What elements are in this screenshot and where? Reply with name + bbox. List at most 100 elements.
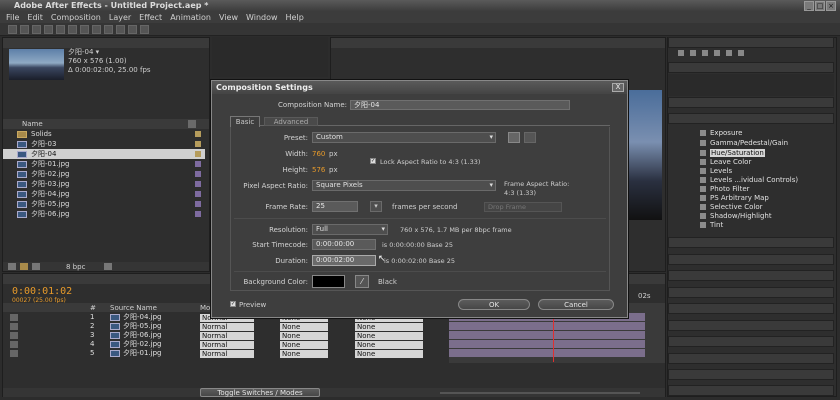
parent-dropdown[interactable]: None	[355, 349, 423, 358]
effect-item[interactable]: Levels	[700, 167, 820, 176]
lock-aspect-checkbox[interactable]: ✓	[370, 158, 376, 164]
trash-icon[interactable]	[104, 263, 112, 270]
tab-advanced[interactable]: Advanced	[264, 117, 318, 126]
parent-dropdown[interactable]: None	[355, 322, 423, 331]
background-color-swatch[interactable]	[312, 275, 345, 288]
preset-dropdown[interactable]: Custom	[312, 132, 496, 143]
smoother-panel-tab[interactable]	[668, 270, 834, 281]
menu-file[interactable]: File	[6, 12, 19, 23]
table-row[interactable]: 2 夕阳-05.jpg Normal None None	[0, 322, 448, 331]
menu-effect[interactable]: Effect	[139, 12, 162, 23]
table-row[interactable]: 3 夕阳-06.jpg Normal None None	[0, 331, 448, 340]
trkmat-dropdown[interactable]: None	[280, 340, 328, 349]
audio-panel-tab[interactable]	[668, 97, 834, 108]
paragraph-panel-tab[interactable]	[668, 369, 834, 380]
list-item[interactable]: 夕阳-03	[3, 139, 205, 149]
eye-icon[interactable]	[10, 323, 18, 330]
new-folder-icon[interactable]	[20, 263, 28, 270]
mode-dropdown[interactable]: Normal	[200, 340, 254, 349]
layer-bar[interactable]	[449, 322, 645, 330]
zoom-slider[interactable]	[440, 392, 640, 394]
maximize-icon[interactable]: □	[815, 1, 825, 11]
first-frame-icon[interactable]	[678, 50, 684, 56]
frame-rate-dropdown-icon[interactable]: ▾	[370, 201, 382, 212]
effect-item[interactable]: Shadow/Highlight	[700, 212, 820, 221]
zoom-tool-icon[interactable]	[32, 25, 41, 34]
trkmat-dropdown[interactable]: None	[280, 349, 328, 358]
pixel-aspect-dropdown[interactable]: Square Pixels	[312, 180, 496, 191]
menu-help[interactable]: Help	[286, 12, 304, 23]
align-panel-tab[interactable]	[668, 254, 834, 265]
tab-basic[interactable]: Basic	[230, 116, 260, 127]
effect-item[interactable]: Tint	[700, 221, 820, 230]
motion-sketch-panel-tab[interactable]	[668, 303, 834, 314]
menu-layer[interactable]: Layer	[109, 12, 131, 23]
list-item[interactable]: 夕阳-01.jpg	[3, 159, 205, 169]
duration-input[interactable]: 0:00:02:00	[312, 255, 376, 266]
brushes-panel-tab[interactable]	[668, 353, 834, 364]
effect-item-selected[interactable]: Hue/Saturation	[700, 149, 820, 158]
mask-tool-icon[interactable]	[80, 25, 89, 34]
current-timecode[interactable]: 0:00:01:02	[12, 286, 72, 297]
hand-tool-icon[interactable]	[20, 25, 29, 34]
play-icon[interactable]	[702, 50, 708, 56]
start-timecode-input[interactable]: 0:00:00:00	[312, 239, 376, 250]
new-comp-icon[interactable]	[32, 263, 40, 270]
eye-icon[interactable]	[10, 350, 18, 357]
mode-dropdown[interactable]: Normal	[200, 322, 254, 331]
table-row[interactable]: 4 夕阳-02.jpg Normal None None	[0, 340, 448, 349]
pan-behind-tool-icon[interactable]	[68, 25, 77, 34]
trkmat-dropdown[interactable]: None	[280, 322, 328, 331]
dialog-close-button[interactable]: X	[612, 83, 624, 92]
list-item-selected[interactable]: 夕阳-04	[3, 149, 205, 159]
eye-icon[interactable]	[10, 332, 18, 339]
preview-checkbox[interactable]: ✓	[230, 301, 236, 307]
minimize-icon[interactable]: _	[804, 1, 814, 11]
bpc-indicator[interactable]: 8 bpc	[66, 263, 85, 271]
parent-dropdown[interactable]: None	[355, 331, 423, 340]
comp-name-input[interactable]: 夕阳-04	[350, 100, 570, 110]
ok-button[interactable]: OK	[458, 299, 530, 310]
rotate-tool-icon[interactable]	[44, 25, 53, 34]
trkmat-dropdown[interactable]: None	[280, 331, 328, 340]
effect-item[interactable]: Exposure	[700, 129, 820, 138]
selection-tool-icon[interactable]	[8, 25, 17, 34]
close-icon[interactable]: ×	[826, 1, 836, 11]
frame-rate-input[interactable]: 25	[312, 201, 358, 212]
camera-tool-icon[interactable]	[56, 25, 65, 34]
effect-item[interactable]: Photo Filter	[700, 185, 820, 194]
delete-preset-icon[interactable]	[524, 132, 536, 143]
last-frame-icon[interactable]	[726, 50, 732, 56]
save-preset-icon[interactable]	[508, 132, 520, 143]
mode-dropdown[interactable]: Normal	[200, 349, 254, 358]
cancel-button[interactable]: Cancel	[538, 299, 614, 310]
list-item[interactable]: 夕阳-06.jpg	[3, 209, 205, 219]
width-value[interactable]: 760	[312, 150, 325, 158]
menu-view[interactable]: View	[219, 12, 238, 23]
list-item[interactable]: Solids	[3, 129, 205, 139]
menu-animation[interactable]: Animation	[170, 12, 211, 23]
menu-edit[interactable]: Edit	[27, 12, 43, 23]
column-name[interactable]: Name	[22, 120, 43, 128]
list-item[interactable]: 夕阳-03.jpg	[3, 179, 205, 189]
effect-item[interactable]: Selective Color	[700, 203, 820, 212]
effect-item[interactable]: PS Arbitrary Map	[700, 194, 820, 203]
text-tool-icon[interactable]	[104, 25, 113, 34]
mode-dropdown[interactable]: Normal	[200, 331, 254, 340]
column-source-name[interactable]: Source Name	[110, 304, 157, 312]
eraser-tool-icon[interactable]	[140, 25, 149, 34]
eyedropper-icon[interactable]: ⁄	[355, 275, 369, 288]
comp-info-name[interactable]: 夕阳-04 ▾	[68, 47, 99, 57]
layer-bar[interactable]	[449, 331, 645, 339]
menu-window[interactable]: Window	[246, 12, 278, 23]
effect-item[interactable]: Levels ...ividual Controls)	[700, 176, 820, 185]
mask-interpolation-panel-tab[interactable]	[668, 320, 834, 331]
toggle-switches-modes-button[interactable]: Toggle Switches / Modes	[200, 388, 320, 397]
effect-item[interactable]: Gamma/Pedestal/Gain	[700, 139, 820, 148]
next-frame-icon[interactable]	[714, 50, 720, 56]
list-item[interactable]: 夕阳-02.jpg	[3, 169, 205, 179]
character-panel-tab[interactable]	[668, 385, 834, 396]
brush-tool-icon[interactable]	[116, 25, 125, 34]
clone-tool-icon[interactable]	[128, 25, 137, 34]
list-item[interactable]: 夕阳-05.jpg	[3, 199, 205, 209]
